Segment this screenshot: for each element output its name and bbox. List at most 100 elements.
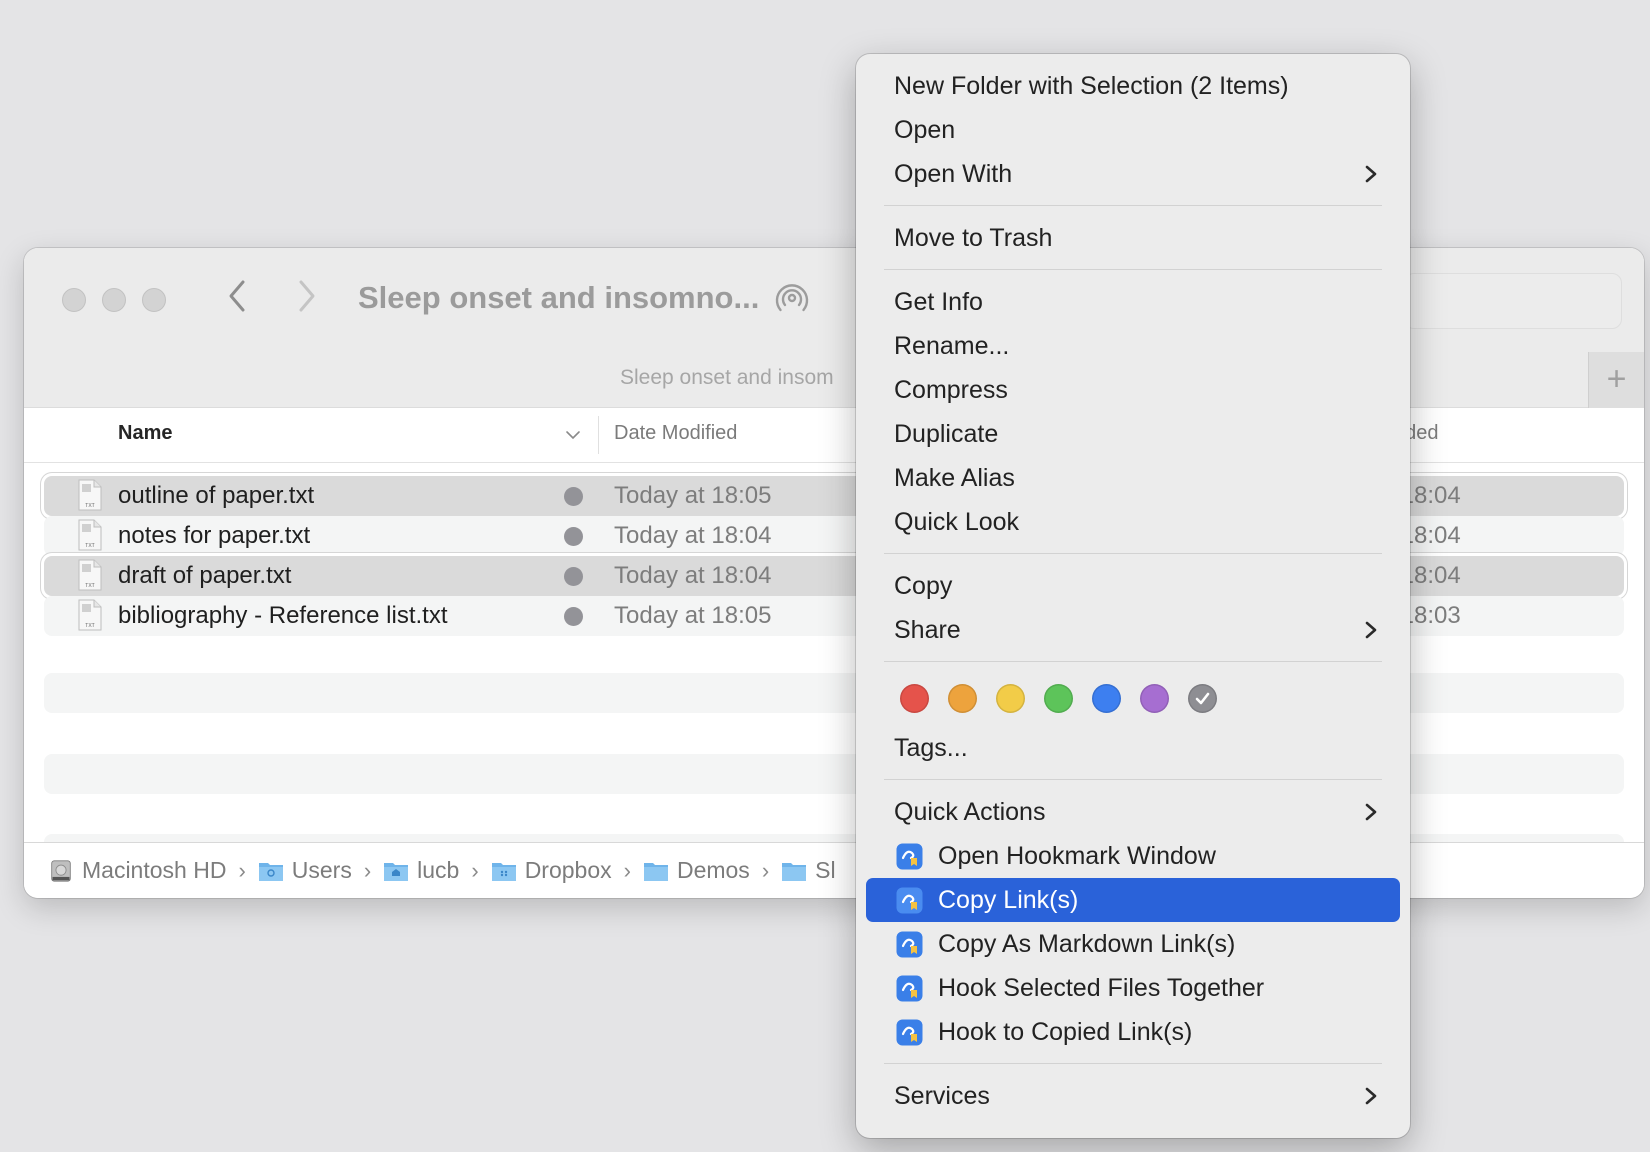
- txt-file-icon: TXT: [78, 519, 102, 551]
- menu-item-share[interactable]: Share: [866, 608, 1400, 652]
- svg-text:TXT: TXT: [85, 623, 94, 629]
- search-field[interactable]: [1404, 273, 1622, 329]
- path-item-users[interactable]: Users: [258, 857, 352, 884]
- airdrop-icon: [775, 284, 809, 312]
- chevron-right-icon: [1365, 165, 1377, 183]
- chevron-right-icon: [1365, 621, 1377, 639]
- menu-item-hook-to-copied-links[interactable]: Hook to Copied Link(s): [866, 1010, 1400, 1054]
- hookmark-icon: [896, 843, 923, 870]
- minimize-window-button[interactable]: [102, 288, 126, 312]
- path-item-demos[interactable]: Demos: [643, 857, 750, 884]
- path-item-macintosh-hd[interactable]: Macintosh HD: [48, 857, 226, 884]
- tag-gray[interactable]: [1188, 684, 1217, 713]
- menu-item-copy-as-markdown-links[interactable]: Copy As Markdown Link(s): [866, 922, 1400, 966]
- home-folder-icon: [384, 862, 409, 881]
- users-folder-icon: [258, 862, 283, 881]
- menu-item-open-hookmark-window[interactable]: Open Hookmark Window: [866, 834, 1400, 878]
- path-label: lucb: [417, 857, 460, 883]
- back-button[interactable]: [226, 278, 248, 314]
- gray-tag-dot: [564, 487, 583, 506]
- path-separator: ›: [761, 857, 770, 883]
- menu-item-label: Open Hookmark Window: [938, 842, 1216, 870]
- tab-title[interactable]: Sleep onset and insom: [620, 366, 834, 390]
- forward-button[interactable]: [296, 278, 318, 314]
- menu-separator: [884, 269, 1382, 270]
- menu-separator: [884, 1063, 1382, 1064]
- menu-item-label: Quick Actions: [894, 798, 1046, 826]
- path-separator: ›: [363, 857, 372, 883]
- sort-descending-icon[interactable]: [564, 426, 582, 444]
- menu-separator: [884, 779, 1382, 780]
- menu-item-services[interactable]: Services: [866, 1074, 1400, 1118]
- gray-tag-dot: [564, 527, 583, 546]
- close-window-button[interactable]: [62, 288, 86, 312]
- tag-green[interactable]: [1044, 684, 1073, 713]
- txt-file-icon: TXT: [78, 599, 102, 631]
- menu-item-label: Copy As Markdown Link(s): [938, 930, 1236, 958]
- column-header-date-modified[interactable]: Date Modified: [614, 422, 737, 445]
- path-item-lucb[interactable]: lucb: [383, 857, 459, 884]
- tag-purple[interactable]: [1140, 684, 1169, 713]
- menu-item-compress[interactable]: Compress: [866, 368, 1400, 412]
- file-name: notes for paper.txt: [118, 522, 311, 549]
- file-name: bibliography - Reference list.txt: [118, 602, 448, 629]
- tag-blue[interactable]: [1092, 684, 1121, 713]
- txt-file-icon: TXT: [78, 559, 102, 591]
- chevron-right-icon: [1365, 803, 1377, 821]
- tag-color-row: [866, 672, 1400, 726]
- menu-item-label: Copy Link(s): [938, 886, 1079, 914]
- menu-item-copy[interactable]: Copy: [866, 564, 1400, 608]
- dropbox-folder-icon: [491, 862, 516, 881]
- menu-item-label: Hook Selected Files Together: [938, 974, 1265, 1002]
- menu-item-get-info[interactable]: Get Info: [866, 280, 1400, 324]
- path-separator: ›: [623, 857, 631, 883]
- chevron-left-icon: [229, 280, 245, 312]
- tag-red[interactable]: [900, 684, 929, 713]
- gray-tag-dot: [564, 567, 583, 586]
- menu-item-tags[interactable]: Tags...: [866, 726, 1400, 770]
- airdrop-button[interactable]: [772, 280, 812, 320]
- menu-item-duplicate[interactable]: Duplicate: [866, 412, 1400, 456]
- context-menu: New Folder with Selection (2 Items) Open…: [856, 54, 1410, 1138]
- menu-item-quick-look[interactable]: Quick Look: [866, 500, 1400, 544]
- new-tab-button[interactable]: +: [1588, 352, 1644, 408]
- hookmark-icon: [896, 975, 923, 1002]
- column-header-name[interactable]: Name: [118, 422, 172, 445]
- svg-text:TXT: TXT: [85, 543, 94, 549]
- menu-separator: [884, 553, 1382, 554]
- menu-item-open-with[interactable]: Open With: [866, 152, 1400, 196]
- menu-item-copy-links[interactable]: Copy Link(s): [866, 878, 1400, 922]
- menu-item-new-folder-with-selection[interactable]: New Folder with Selection (2 Items): [866, 64, 1400, 108]
- gray-tag-dot: [564, 607, 583, 626]
- menu-item-make-alias[interactable]: Make Alias: [866, 456, 1400, 500]
- column-divider[interactable]: [598, 416, 599, 454]
- tag-orange[interactable]: [948, 684, 977, 713]
- path-separator: ›: [238, 857, 246, 883]
- menu-item-label: Open With: [894, 160, 1013, 188]
- menu-item-label: Share: [894, 616, 961, 644]
- path-item-current-folder[interactable]: Sl: [781, 857, 836, 884]
- zoom-window-button[interactable]: [142, 288, 166, 312]
- path-separator: ›: [471, 857, 479, 883]
- hard-drive-icon: [51, 859, 71, 882]
- file-date-modified: Today at 18:04: [614, 562, 772, 589]
- svg-text:TXT: TXT: [85, 503, 94, 509]
- menu-item-open[interactable]: Open: [866, 108, 1400, 152]
- path-label: Dropbox: [524, 857, 612, 883]
- chevron-right-icon: [1365, 1087, 1377, 1105]
- menu-item-hook-selected-files-together[interactable]: Hook Selected Files Together: [866, 966, 1400, 1010]
- menu-item-quick-actions[interactable]: Quick Actions: [866, 790, 1400, 834]
- path-label: Macintosh HD: [82, 857, 227, 883]
- svg-text:TXT: TXT: [85, 583, 94, 589]
- tag-yellow[interactable]: [996, 684, 1025, 713]
- menu-separator: [884, 661, 1382, 662]
- chevron-right-icon: [299, 280, 315, 312]
- menu-item-label: Hook to Copied Link(s): [938, 1018, 1193, 1046]
- menu-item-rename[interactable]: Rename...: [866, 324, 1400, 368]
- hookmark-icon: [896, 887, 923, 914]
- menu-item-move-to-trash[interactable]: Move to Trash: [866, 216, 1400, 260]
- menu-item-label: Services: [894, 1082, 990, 1110]
- file-date-modified: Today at 18:05: [614, 482, 772, 509]
- path-item-dropbox[interactable]: Dropbox: [491, 857, 612, 884]
- file-name: outline of paper.txt: [118, 482, 315, 509]
